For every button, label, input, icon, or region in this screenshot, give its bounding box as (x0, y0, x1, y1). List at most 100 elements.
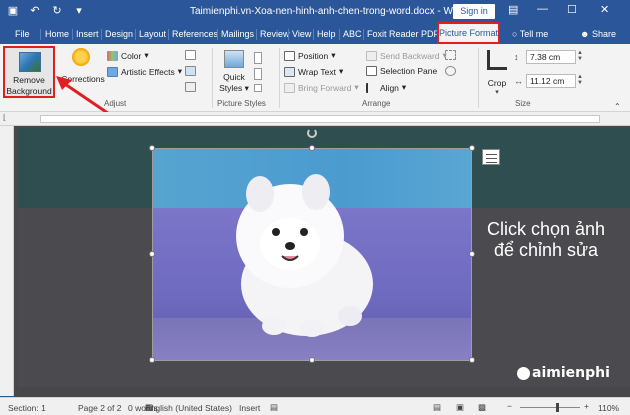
tab-abc[interactable]: ABC (343, 29, 362, 39)
status-section[interactable]: Section: 1 (8, 403, 46, 413)
sign-in-button[interactable]: Sign in (453, 4, 495, 19)
tab-insert[interactable]: Insert (76, 29, 99, 39)
tab-review[interactable]: Review (260, 29, 290, 39)
share-button[interactable]: ☻ Share (580, 29, 616, 39)
rotate-handle[interactable] (307, 128, 317, 138)
tab-help[interactable]: Help (317, 29, 336, 39)
overlay-caption-line-2: để chỉnh sửa (493, 240, 599, 260)
watermark-icon (517, 366, 530, 380)
quick-styles-button[interactable]: Quick Styles ▾ (218, 48, 249, 96)
selection-frame (152, 148, 472, 361)
resize-handle-top-left[interactable] (149, 145, 155, 151)
tab-home[interactable]: Home (45, 29, 69, 39)
color-icon (107, 50, 118, 61)
change-picture-icon[interactable] (185, 66, 196, 76)
artistic-effects-label: Artistic Effects (121, 66, 175, 77)
width-field[interactable]: 11.12 cm (526, 74, 576, 88)
collapse-ribbon-icon[interactable]: ⌃ (614, 102, 621, 111)
title-bar: ▣ ↶ ↻ ▾ Taimienphi.vn-Xoa-nen-hinh-anh-c… (0, 0, 630, 24)
macro-record-icon[interactable]: ▤ (270, 402, 278, 413)
print-layout-icon[interactable]: ▣ (456, 402, 464, 413)
picture-layout-icon[interactable] (254, 84, 262, 92)
tab-view[interactable]: View (292, 29, 311, 39)
selection-pane-label: Selection Pane (380, 66, 438, 76)
vertical-ruler (0, 126, 14, 396)
status-page[interactable]: Page 2 of 2 (78, 403, 121, 413)
qat-customize-icon[interactable]: ▾ (72, 4, 86, 18)
height-field[interactable]: 7.38 cm (526, 50, 576, 64)
person-icon: ☻ (580, 29, 590, 39)
wrap-text-label: Wrap Text (298, 66, 336, 77)
height-spinner[interactable]: ▲ ▼ (577, 50, 583, 62)
status-mode[interactable]: Insert (239, 403, 260, 413)
quick-styles-label-2: Styles ▾ (219, 83, 249, 93)
picture-border-icon[interactable] (254, 52, 262, 64)
remove-background-button[interactable]: Remove Background (3, 46, 55, 98)
tab-file[interactable]: File (15, 29, 30, 39)
redo-icon[interactable]: ↻ (50, 4, 64, 18)
share-label: Share (592, 29, 617, 39)
read-mode-icon[interactable]: ▤ (433, 402, 441, 413)
tab-picture-format[interactable]: Picture Format (437, 22, 500, 44)
maximize-icon[interactable]: ☐ (567, 3, 577, 16)
zoom-out-icon[interactable]: − (507, 401, 512, 411)
tab-selector-icon[interactable]: ⌊ (3, 113, 6, 122)
align-button[interactable]: Align ▾ (366, 82, 406, 93)
remove-background-label-1: Remove (13, 75, 45, 85)
tab-references[interactable]: References (172, 29, 218, 39)
resize-handle-bottom-left[interactable] (149, 357, 155, 363)
zoom-level[interactable]: 110% (598, 403, 619, 413)
color-button[interactable]: Color ▾ (107, 50, 149, 61)
layout-options-icon[interactable] (482, 149, 500, 165)
zoom-slider[interactable] (520, 407, 580, 408)
wrap-text-button[interactable]: Wrap Text ▾ (284, 66, 343, 77)
tab-layout[interactable]: Layout (139, 29, 166, 39)
picture-styles-group-label: Picture Styles (217, 99, 266, 108)
size-group-label: Size (515, 99, 531, 108)
crop-icon (487, 50, 507, 70)
resize-handle-left[interactable] (149, 251, 155, 257)
web-layout-icon[interactable]: ▩ (478, 402, 486, 413)
crop-button[interactable]: Crop ▾ (483, 48, 511, 96)
horizontal-ruler: ⌊ (0, 112, 630, 126)
status-bar: Section: 1 Page 2 of 2 0 words ▦ English… (0, 397, 630, 415)
resize-handle-top-right[interactable] (469, 145, 475, 151)
tab-design[interactable]: Design (105, 29, 133, 39)
zoom-in-icon[interactable]: + (584, 401, 589, 411)
align-label: Align (380, 82, 399, 93)
selection-pane-icon (366, 66, 377, 76)
reset-picture-icon[interactable] (185, 82, 196, 92)
resize-handle-bottom[interactable] (309, 357, 315, 363)
bring-forward-label: Bring Forward (298, 82, 352, 93)
picture-effects-icon[interactable] (254, 68, 262, 80)
position-button[interactable]: Position ▾ (284, 50, 336, 61)
width-spinner[interactable]: ▲ ▼ (577, 74, 583, 86)
tell-me-search[interactable]: ○ Tell me (512, 29, 548, 39)
compress-pictures-icon[interactable] (185, 50, 196, 60)
send-backward-label: Send Backward (380, 50, 440, 61)
save-icon[interactable]: ▣ (6, 4, 20, 18)
resize-handle-right[interactable] (469, 251, 475, 257)
width-icon: ↔ (514, 76, 523, 86)
ribbon-display-options-icon[interactable]: ▤ (508, 3, 518, 16)
tell-me-label: Tell me (519, 29, 549, 39)
zoom-slider-knob[interactable] (556, 403, 559, 412)
tab-mailings[interactable]: Mailings (221, 29, 254, 39)
undo-icon[interactable]: ↶ (28, 4, 42, 18)
tab-foxit-reader-pdf[interactable]: Foxit Reader PDF (367, 29, 439, 39)
align-icon (366, 82, 377, 93)
quick-access-toolbar: ▣ ↶ ↻ ▾ (6, 4, 86, 18)
sun-icon (72, 48, 90, 66)
group-objects-icon[interactable] (445, 50, 456, 60)
bring-forward-button[interactable]: Bring Forward ▾ (284, 82, 359, 93)
document-title: Taimienphi.vn-Xoa-nen-hinh-anh-chen-tron… (190, 6, 468, 17)
close-icon[interactable]: ✕ (600, 3, 609, 16)
resize-handle-top[interactable] (309, 145, 315, 151)
status-language[interactable]: English (United States) (145, 403, 232, 413)
selection-pane-button[interactable]: Selection Pane (366, 66, 437, 76)
send-backward-button[interactable]: Send Backward ▾ (366, 50, 447, 61)
minimize-icon[interactable]: — (537, 3, 548, 15)
artistic-effects-icon (107, 66, 118, 77)
rotate-objects-icon[interactable] (445, 66, 456, 76)
resize-handle-bottom-right[interactable] (469, 357, 475, 363)
